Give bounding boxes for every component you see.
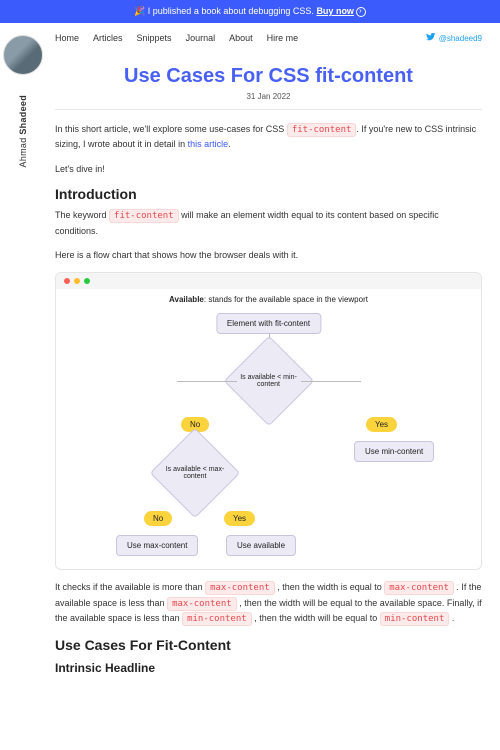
avatar[interactable] — [3, 35, 43, 75]
heading-introduction: Introduction — [55, 186, 482, 202]
heading-intrinsic-headline: Intrinsic Headline — [55, 661, 482, 675]
divider — [55, 109, 482, 110]
flowchart-caption: Available: stands for the available spac… — [56, 289, 481, 304]
author-name: Ahmad Shadeed — [18, 95, 28, 167]
flowchart-start-node: Element with fit-content — [216, 313, 321, 334]
promo-banner: 🎉 I published a book about debugging CSS… — [0, 0, 500, 23]
article-title: Use Cases For CSS fit-content — [55, 65, 482, 88]
flowchart-result-available: Use available — [226, 535, 296, 556]
arrow-circle-icon — [356, 7, 366, 17]
nav-articles[interactable]: Articles — [93, 33, 123, 43]
heading-use-cases: Use Cases For Fit-Content — [55, 637, 482, 653]
intro-paragraph-2: Let's dive in! — [55, 162, 482, 176]
sidebar: Ahmad Shadeed — [0, 23, 45, 695]
code-max-content: max-content — [384, 581, 454, 595]
minimize-dot-icon — [74, 278, 80, 284]
flowchart-decision-2: Is available < max-content — [163, 441, 227, 505]
nav-about[interactable]: About — [229, 33, 253, 43]
code-max-content: max-content — [205, 581, 275, 595]
code-min-content: min-content — [380, 612, 450, 626]
buy-now-link[interactable]: Buy now — [316, 6, 354, 16]
flowchart-decision-1: Is available < min-content — [237, 349, 301, 413]
main-content: Home Articles Snippets Journal About Hir… — [45, 23, 500, 695]
maximize-dot-icon — [84, 278, 90, 284]
twitter-link[interactable]: @shadeed9 — [426, 33, 482, 43]
flowchart-yes-1: Yes — [366, 417, 397, 432]
intro-paragraph-1: In this short article, we'll explore som… — [55, 122, 482, 152]
flowchart-figure: Available: stands for the available spac… — [55, 272, 482, 570]
explanation-paragraph: It checks if the available is more than … — [55, 580, 482, 626]
intro-paragraph-4: Here is a flow chart that shows how the … — [55, 248, 482, 262]
flowchart-result-max: Use max-content — [116, 535, 198, 556]
code-fit-content: fit-content — [287, 123, 357, 137]
code-max-content: max-content — [167, 597, 237, 611]
code-min-content: min-content — [182, 612, 252, 626]
flowchart-yes-2: Yes — [224, 511, 255, 526]
intro-paragraph-3: The keyword fit-content will make an ele… — [55, 208, 482, 238]
nav-home[interactable]: Home — [55, 33, 79, 43]
this-article-link[interactable]: this article — [188, 139, 229, 149]
code-fit-content: fit-content — [109, 209, 179, 223]
nav-snippets[interactable]: Snippets — [137, 33, 172, 43]
banner-text: I published a book about debugging CSS. — [148, 6, 314, 16]
article-date: 31 Jan 2022 — [55, 92, 482, 101]
nav-hire[interactable]: Hire me — [267, 33, 299, 43]
window-controls — [56, 273, 481, 289]
party-icon: 🎉 — [134, 6, 145, 16]
twitter-icon — [426, 33, 436, 43]
nav-journal[interactable]: Journal — [186, 33, 216, 43]
flowchart-result-min: Use min-content — [354, 441, 434, 462]
top-nav: Home Articles Snippets Journal About Hir… — [55, 33, 482, 43]
flowchart-no-2: No — [144, 511, 172, 526]
close-dot-icon — [64, 278, 70, 284]
twitter-handle: @shadeed9 — [439, 34, 482, 43]
